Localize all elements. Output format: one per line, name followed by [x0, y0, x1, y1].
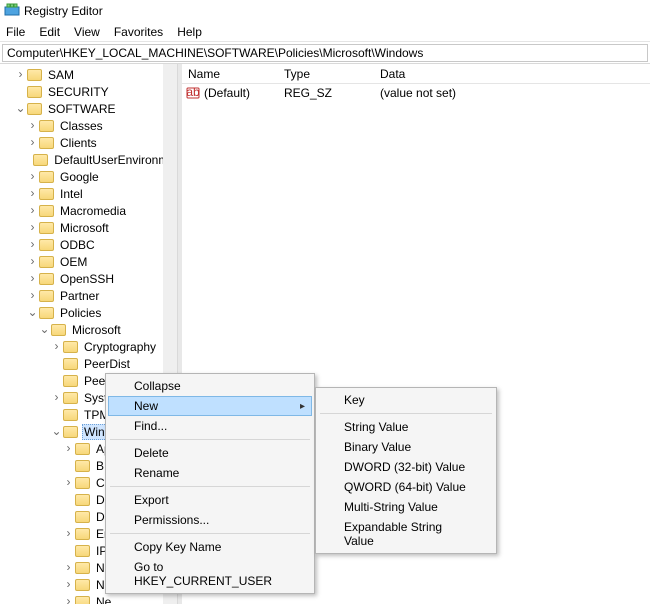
tree-item[interactable]: ⌄SOFTWARE — [0, 100, 177, 117]
folder-icon — [39, 307, 54, 319]
context-menu: Collapse New▸ Find... Delete Rename Expo… — [105, 373, 315, 594]
folder-icon — [27, 103, 42, 115]
folder-icon — [39, 171, 54, 183]
header-data[interactable]: Data — [374, 65, 650, 83]
menu-file[interactable]: File — [6, 25, 25, 39]
folder-icon — [75, 477, 90, 489]
separator — [320, 413, 492, 414]
menu-edit[interactable]: Edit — [39, 25, 60, 39]
value-data: (value not set) — [374, 86, 650, 100]
folder-icon — [63, 375, 78, 387]
tree-item[interactable]: ›SAM — [0, 66, 177, 83]
tree-item[interactable]: ›Intel — [0, 185, 177, 202]
menu-favorites[interactable]: Favorites — [114, 25, 163, 39]
ctx-collapse[interactable]: Collapse — [108, 376, 312, 396]
tree-item[interactable]: ⌄Policies — [0, 304, 177, 321]
folder-icon — [75, 562, 90, 574]
address-input[interactable] — [2, 44, 648, 62]
new-multistring-value[interactable]: Multi-String Value — [318, 497, 494, 517]
folder-icon — [39, 120, 54, 132]
new-string-value[interactable]: String Value — [318, 417, 494, 437]
folder-icon — [75, 494, 90, 506]
tree-item[interactable]: ›Google — [0, 168, 177, 185]
value-name: (Default) — [204, 86, 250, 100]
folder-icon — [39, 290, 54, 302]
submenu-arrow-icon: ▸ — [300, 401, 305, 412]
folder-icon — [51, 324, 66, 336]
svg-text:ab: ab — [186, 86, 200, 99]
folder-icon — [75, 460, 90, 472]
folder-icon — [75, 511, 90, 523]
folder-icon — [75, 528, 90, 540]
folder-icon — [39, 256, 54, 268]
ctx-copy-key-name[interactable]: Copy Key Name — [108, 537, 312, 557]
tree-item[interactable]: ›ODBC — [0, 236, 177, 253]
folder-icon — [75, 579, 90, 591]
ctx-export[interactable]: Export — [108, 490, 312, 510]
tree-item[interactable]: ·DefaultUserEnvironme — [0, 151, 177, 168]
tree-item[interactable]: ›Macromedia — [0, 202, 177, 219]
ctx-find[interactable]: Find... — [108, 416, 312, 436]
separator — [110, 486, 310, 487]
folder-icon — [39, 239, 54, 251]
context-submenu-new: Key String Value Binary Value DWORD (32-… — [315, 387, 497, 554]
string-value-icon: ab — [186, 86, 200, 100]
menu-help[interactable]: Help — [177, 25, 202, 39]
separator — [110, 439, 310, 440]
tree-item[interactable]: ·PeerDist — [0, 355, 177, 372]
tree-item[interactable]: ›Ne — [0, 593, 177, 604]
header-type[interactable]: Type — [278, 65, 374, 83]
window-title: Registry Editor — [24, 4, 103, 18]
new-expandable-string-value[interactable]: Expandable String Value — [318, 517, 494, 551]
folder-icon — [63, 341, 78, 353]
separator — [110, 533, 310, 534]
menu-view[interactable]: View — [74, 25, 100, 39]
new-qword-value[interactable]: QWORD (64-bit) Value — [318, 477, 494, 497]
ctx-goto-hkcu[interactable]: Go to HKEY_CURRENT_USER — [108, 557, 312, 591]
folder-icon — [27, 69, 42, 81]
folder-icon — [39, 205, 54, 217]
folder-icon — [75, 596, 90, 604]
folder-icon — [75, 545, 90, 557]
header-name[interactable]: Name — [182, 65, 278, 83]
folder-icon — [33, 154, 48, 166]
tree-item[interactable]: ·SECURITY — [0, 83, 177, 100]
tree-item[interactable]: ›Classes — [0, 117, 177, 134]
tree-item[interactable]: ›Partner — [0, 287, 177, 304]
folder-icon — [39, 222, 54, 234]
ctx-new[interactable]: New▸ — [108, 396, 312, 416]
folder-icon — [63, 358, 78, 370]
tree-item[interactable]: ›OpenSSH — [0, 270, 177, 287]
menubar: File Edit View Favorites Help — [0, 22, 650, 42]
folder-icon — [63, 392, 78, 404]
folder-icon — [39, 273, 54, 285]
folder-icon — [39, 188, 54, 200]
folder-icon — [75, 443, 90, 455]
tree-item[interactable]: ⌄Microsoft — [0, 321, 177, 338]
list-header[interactable]: Name Type Data — [182, 64, 650, 84]
value-type: REG_SZ — [278, 86, 374, 100]
regedit-icon — [4, 3, 20, 19]
list-row[interactable]: ab (Default) REG_SZ (value not set) — [182, 84, 650, 102]
folder-icon — [63, 426, 78, 438]
folder-icon — [27, 86, 42, 98]
new-key[interactable]: Key — [318, 390, 494, 410]
ctx-permissions[interactable]: Permissions... — [108, 510, 312, 530]
tree-item[interactable]: ›Microsoft — [0, 219, 177, 236]
tree-item[interactable]: ›Cryptography — [0, 338, 177, 355]
new-binary-value[interactable]: Binary Value — [318, 437, 494, 457]
tree-item[interactable]: ›Clients — [0, 134, 177, 151]
folder-icon — [63, 409, 78, 421]
tree-item[interactable]: ›OEM — [0, 253, 177, 270]
new-dword-value[interactable]: DWORD (32-bit) Value — [318, 457, 494, 477]
ctx-delete[interactable]: Delete — [108, 443, 312, 463]
folder-icon — [39, 137, 54, 149]
ctx-rename[interactable]: Rename — [108, 463, 312, 483]
